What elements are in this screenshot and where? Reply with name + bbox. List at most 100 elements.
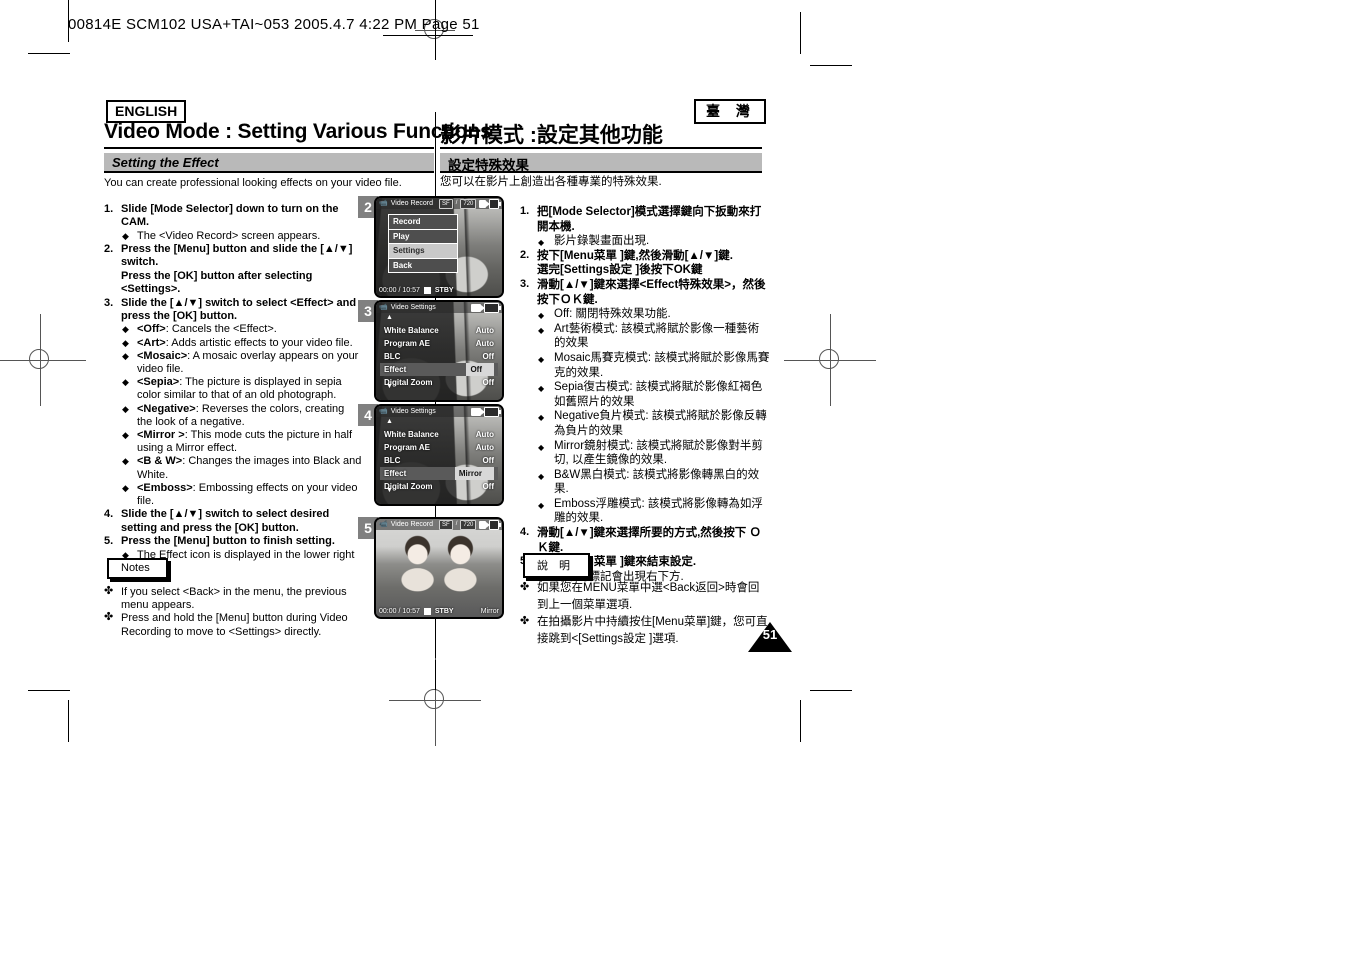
step-text: 把[Mode Selector]模式選擇鍵向下扳動來打開本機. — [537, 206, 762, 233]
registration-mark-right — [784, 314, 876, 406]
menu-item-record[interactable]: Record — [389, 215, 457, 230]
diamond-bullet-icon: ◆ — [538, 325, 545, 335]
bullet-text: The Effect icon is displayed in the lowe… — [137, 548, 355, 574]
lcd-badge: 720 — [460, 198, 477, 209]
settings-row-key: BLC — [384, 352, 401, 361]
settings-row[interactable]: Program AE Auto — [380, 337, 498, 350]
diamond-bullet-icon: ◆ — [538, 500, 545, 510]
record-mode-icon — [479, 199, 491, 208]
settings-row-key: White Balance — [384, 430, 439, 439]
diamond-bullet-icon: ◆ — [122, 337, 129, 348]
step-text: 按下[Menu菜單 ]鍵,然後滑動[▲/▼]鍵. — [537, 249, 733, 262]
menu-item-play[interactable]: Play — [389, 230, 457, 244]
settings-row[interactable]: Effect Mirror — [380, 467, 498, 480]
settings-row-value: Off — [482, 378, 494, 387]
step-bullet: ◆ <Emboss>: Embossing effects on your vid… — [121, 482, 362, 508]
bullet-label: <Art> — [137, 336, 166, 349]
settings-row[interactable]: BLC Off — [380, 350, 498, 363]
step-item: 2. 按下[Menu菜單 ]鍵,然後滑動[▲/▼]鍵. 選完[Settings設定 … — [520, 249, 770, 278]
settings-row-value: Auto — [475, 339, 494, 348]
step-bullet: ◆ <Art>: Adds artistic effects to your vi… — [121, 337, 362, 350]
lcd-mode-title: Video Record — [390, 521, 434, 528]
lcd-screenshot: 2 📹 Video Record SF/720 Record Play Settings Ba… — [358, 196, 518, 298]
section-intro-english: You can create professional looking effe… — [104, 177, 402, 189]
step-item: 1. Slide [Mode Selector] down to turn on … — [104, 203, 362, 243]
settings-row[interactable]: Digital Zoom Off — [380, 376, 498, 389]
header-rule-right — [440, 147, 762, 149]
settings-row-value: Auto — [475, 443, 494, 452]
lcd-settings-list[interactable]: White Balance Auto Program AE Auto BLC Off Eff… — [380, 324, 498, 389]
step-number: 2. — [520, 248, 530, 261]
step-text: Slide the [▲/▼] switch to select desired… — [121, 508, 330, 534]
step-item: 1. 把[Mode Selector]模式選擇鍵向下扳動來打開本機. ◆ 影片錄製畫面… — [520, 205, 770, 249]
bullet-label: <Sepia> — [137, 376, 180, 389]
settings-row[interactable]: White Balance Auto — [380, 428, 498, 441]
crop-mark-top-left-h — [28, 53, 70, 54]
menu-item-settings[interactable]: Settings — [389, 244, 457, 259]
scroll-down-arrow-icon[interactable]: ▼ — [386, 487, 393, 494]
settings-row-key: Program AE — [384, 339, 430, 348]
lcd-screen: 📹 Video Settings ▲ White Balance Auto Program… — [374, 300, 504, 402]
page-title-english: Video Mode : Setting Various Functions — [104, 120, 492, 143]
step-bullet: ◆ <Off>: Cancels the <Effect>. — [121, 323, 362, 336]
notes-list-chinese: ✤ 如果您在MENU菜單中選<Back返回>時會回到上一個菜單選項. ✤ 在拍攝影片中… — [520, 580, 770, 648]
crop-mark-bottom-left-h — [28, 690, 70, 691]
crop-mark-bottom-right-v — [800, 700, 801, 742]
settings-row-value: Auto — [475, 326, 494, 335]
settings-row[interactable]: Program AE Auto — [380, 441, 498, 454]
record-mode-icon — [479, 520, 491, 529]
lcd-bottom-bar: 00:00 / 10:57 STBY Mirror — [376, 606, 502, 617]
lcd-main-menu[interactable]: Record Play Settings Back — [388, 214, 458, 273]
battery-icon — [488, 519, 502, 530]
bullet-text: Off: 關閉特殊效果功能. — [554, 308, 671, 321]
lcd-status-bar: 📹 Video Settings — [376, 406, 502, 417]
menu-item-back[interactable]: Back — [389, 259, 457, 273]
bullet-text: Mosaic馬賽克模式: 該模式將賦於影像馬賽克的效果. — [554, 351, 770, 379]
settings-row-key: White Balance — [384, 326, 439, 335]
settings-row[interactable]: BLC Off — [380, 454, 498, 467]
lcd-screen: 📹 Video Settings ▲ White Balance Auto Program… — [374, 404, 504, 506]
bullet-label: <Emboss> — [137, 481, 193, 494]
note-item: ✤ If you select <Back> in the menu, the p… — [104, 585, 362, 612]
step-bullet: ◆ 影片錄製畫面出現. — [537, 234, 770, 249]
scroll-down-arrow-icon[interactable]: ▼ — [386, 383, 393, 390]
step-bullet-list: ◆ Off: 關閉特殊效果功能. ◆ Art藝術模式: 該模式將賦於影像一種藝術的效果… — [537, 307, 770, 526]
step-text: 滑動[▲/▼]鍵來選擇所要的方式,然後按下 ＯＫ鍵. — [537, 527, 762, 554]
camcorder-icon: 📹 — [379, 408, 388, 415]
diamond-bullet-icon: ◆ — [122, 456, 129, 467]
bullet-label: <Negative> — [137, 402, 196, 415]
step-bullet: ◆ Art藝術模式: 該模式將賦於影像一種藝術的效果 — [537, 322, 770, 351]
step-number: 3. — [520, 277, 530, 290]
manual-page: 00814E SCM102 USA+TAI~053 2005.4.7 4:22 … — [0, 0, 1348, 954]
lcd-bottom-bar: 00:00 / 10:57 STBY — [376, 285, 502, 296]
lcd-timecode: 00:00 / 10:57 — [379, 287, 420, 294]
settings-row[interactable]: Digital Zoom Off — [380, 480, 498, 493]
step-bullet: ◆ Off: 關閉特殊效果功能. — [537, 307, 770, 322]
lcd-photo — [376, 519, 502, 617]
scroll-up-arrow-icon[interactable]: ▲ — [386, 314, 393, 321]
section-title-english: Setting the Effect — [112, 155, 219, 170]
diamond-bullet-icon: ◆ — [122, 482, 129, 493]
note-item: ✤ Press and hold the [Menu] button during… — [104, 611, 362, 638]
diamond-bullet-icon: ◆ — [538, 413, 545, 423]
lcd-status-bar: 📹 Video Record SF/720 — [376, 519, 502, 530]
step-bullet: ◆ <B & W>: Changes the images into Black … — [121, 455, 362, 481]
settings-row[interactable]: White Balance Auto — [380, 324, 498, 337]
diamond-bullet-icon: ◆ — [122, 324, 129, 335]
camcorder-icon: 📹 — [379, 200, 388, 207]
step-bullet: ◆ Emboss浮雕模式: 該模式將影像轉為如浮雕的效果. — [537, 497, 770, 526]
scroll-up-arrow-icon[interactable]: ▲ — [386, 418, 393, 425]
record-mode-icon — [471, 407, 485, 416]
settings-row[interactable]: Effect Off — [380, 363, 498, 376]
lcd-record-status: STBY — [434, 608, 454, 615]
settings-row-key: Program AE — [384, 443, 430, 452]
lcd-screenshot: 5 📹 Video Record SF/720 00:00 / 10:57 STBY Mir… — [358, 517, 518, 619]
settings-row-key: Effect — [384, 365, 407, 374]
lcd-status-bar: 📹 Video Record SF/720 — [376, 198, 502, 209]
lcd-settings-list[interactable]: White Balance Auto Program AE Auto BLC Off Eff… — [380, 428, 498, 493]
note-text: 在拍攝影片中持續按住[Menu菜單]鍵，您可直接跳到<[Settings設定 ]… — [537, 616, 768, 645]
clover-bullet-icon: ✤ — [520, 615, 530, 627]
lcd-badge: SF — [439, 198, 453, 209]
step-bullet: ◆ Negative負片模式: 該模式將賦於影像反轉為負片的效果 — [537, 409, 770, 438]
diamond-bullet-icon: ◆ — [122, 350, 129, 361]
